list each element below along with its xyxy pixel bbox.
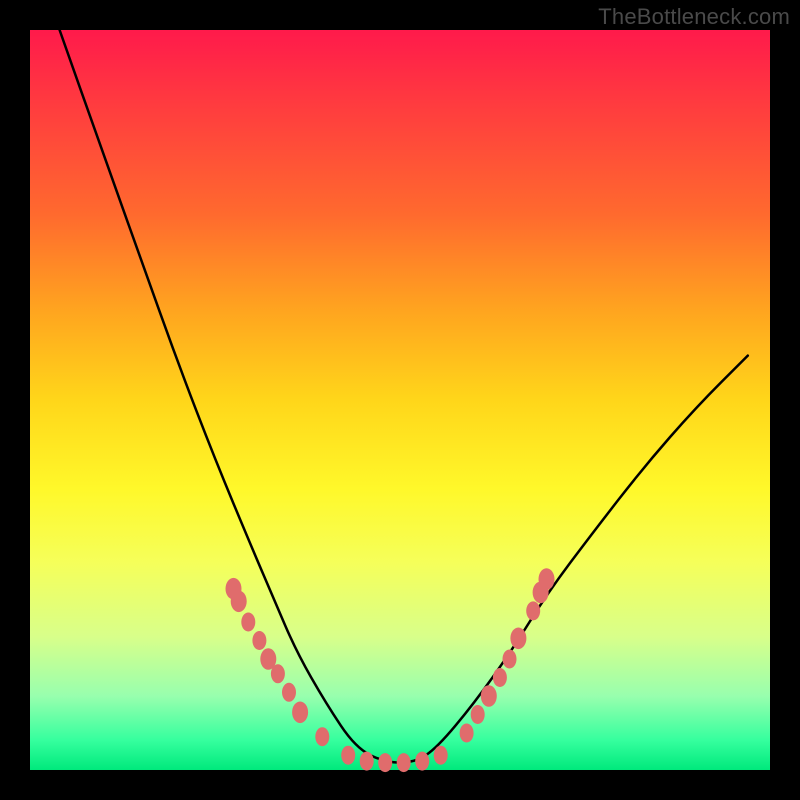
curve-marker bbox=[526, 601, 540, 620]
curve-marker bbox=[231, 591, 247, 613]
curve-marker bbox=[510, 628, 526, 650]
curve-marker bbox=[341, 746, 355, 765]
curve-marker bbox=[292, 702, 308, 724]
curve-marker bbox=[360, 752, 374, 771]
bottleneck-curve bbox=[60, 30, 748, 763]
curve-marker bbox=[493, 668, 507, 687]
curve-marker bbox=[434, 746, 448, 765]
chart-frame: TheBottleneck.com bbox=[0, 0, 800, 800]
curve-marker bbox=[282, 683, 296, 702]
curve-marker bbox=[503, 650, 517, 669]
curve-marker bbox=[471, 705, 485, 724]
chart-svg bbox=[30, 30, 770, 770]
curve-marker bbox=[241, 613, 255, 632]
curve-marker bbox=[271, 664, 285, 683]
curve-marker bbox=[539, 568, 555, 590]
curve-marker bbox=[397, 753, 411, 772]
curve-marker bbox=[315, 727, 329, 746]
curve-marker bbox=[415, 752, 429, 771]
curve-marker bbox=[378, 753, 392, 772]
curve-marker bbox=[481, 685, 497, 707]
watermark-text: TheBottleneck.com bbox=[598, 4, 790, 30]
curve-marker bbox=[252, 631, 266, 650]
plot-area bbox=[30, 30, 770, 770]
curve-marker bbox=[460, 724, 474, 743]
